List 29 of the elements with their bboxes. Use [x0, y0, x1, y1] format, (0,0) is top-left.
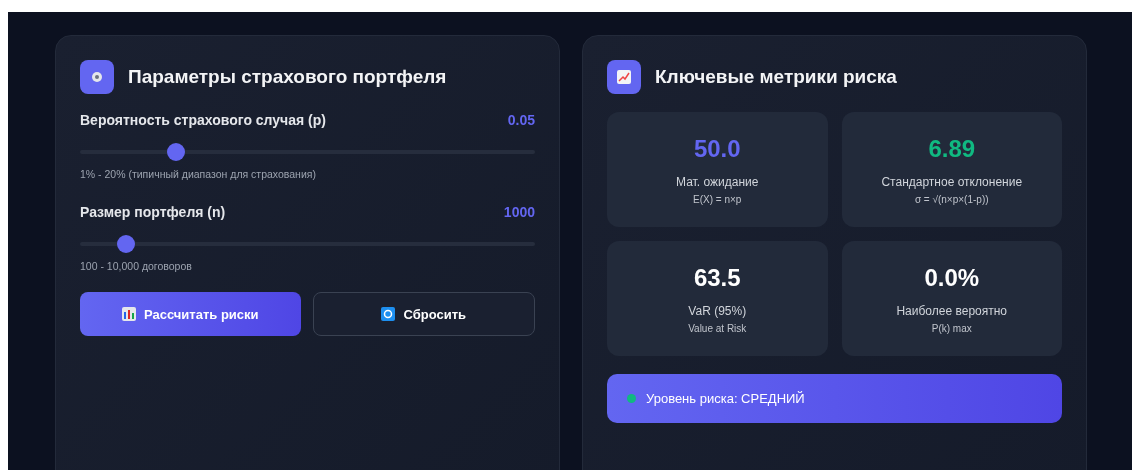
metric-value: 63.5 — [693, 263, 741, 292]
slider-value: 1000 — [503, 204, 535, 220]
metric-formula: σ = √(n×p×(1-p)) — [914, 193, 989, 205]
slider[interactable] — [80, 235, 535, 253]
slider-thumb[interactable] — [166, 143, 185, 161]
slider-hint: 1% - 20% (типичный диапазон для страхования) — [80, 168, 317, 180]
metric-formula: P(k) max — [931, 322, 972, 334]
metric-formula: E(X) = n×p — [693, 193, 742, 205]
metric-value: 50.0 — [693, 134, 741, 163]
risk-level-text: Уровень риска: СРЕДНИЙ — [646, 391, 805, 406]
slider-label: Вероятность страхового случая (p) — [80, 112, 326, 128]
chart-icon — [607, 60, 641, 94]
slider[interactable] — [80, 143, 535, 161]
slider-hint: 100 - 10,000 договоров — [80, 260, 193, 272]
panel-title: Ключевые метрики риска — [655, 66, 897, 88]
metric-label: VaR (95%) — [688, 303, 747, 318]
reset-button[interactable]: Сбросить — [312, 292, 535, 336]
metric-label: Мат. ожидание — [676, 174, 759, 189]
metric-label: Наиболее вероятно — [896, 303, 1008, 318]
panel-title: Параметры страхового портфеля — [128, 66, 447, 88]
bar-chart-icon — [121, 307, 136, 321]
metric-value: 6.89 — [928, 134, 976, 163]
slider-value: 0.05 — [507, 112, 535, 128]
metric-formula: Value at Risk — [688, 322, 747, 334]
calculate-button[interactable]: Рассчитать риски — [80, 292, 301, 336]
metric-value: 0.0% — [924, 263, 980, 292]
slider-label: Размер портфеля (n) — [80, 204, 226, 220]
metric-label: Стандартное отклонение — [881, 174, 1023, 189]
slider-thumb[interactable] — [116, 235, 135, 253]
